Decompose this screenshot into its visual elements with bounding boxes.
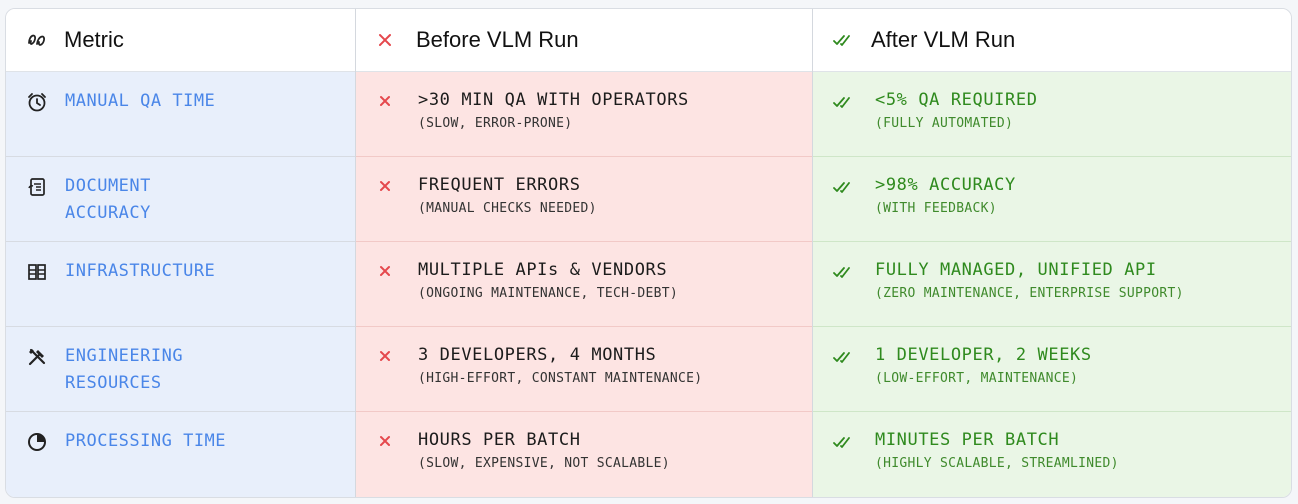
after-column: After VLM Run <5% QA REQUIRED (FULLY AUT… <box>812 9 1291 497</box>
x-icon <box>378 349 392 363</box>
before-value: HOURS PER BATCH <box>418 430 581 450</box>
before-value: FREQUENT ERRORS <box>418 175 581 195</box>
after-body: <5% QA REQUIRED (FULLY AUTOMATED) >98% A… <box>813 72 1291 497</box>
after-header-label: After VLM Run <box>871 27 1016 52</box>
alarm-clock-icon <box>26 91 48 113</box>
table-row: DOCUMENT ACCURACY <box>6 157 355 242</box>
table-row: HOURS PER BATCH (SLOW, EXPENSIVE, NOT SC… <box>356 412 812 497</box>
before-value: >30 MIN QA WITH OPERATORS <box>418 90 689 110</box>
table-row: PROCESSING TIME <box>6 412 355 497</box>
x-icon <box>378 94 392 108</box>
table-row: FREQUENT ERRORS (MANUAL CHECKS NEEDED) <box>356 157 812 242</box>
metric-label: MANUAL QA TIME <box>65 91 216 111</box>
before-value: 3 DEVELOPERS, 4 MONTHS <box>418 345 657 365</box>
metric-label: PROCESSING TIME <box>65 431 227 451</box>
after-note: (HIGHLY SCALABLE, STREAMLINED) <box>875 456 1119 471</box>
double-check-icon <box>833 95 855 109</box>
after-value: MINUTES PER BATCH <box>875 430 1060 450</box>
table-row: 3 DEVELOPERS, 4 MONTHS (HIGH-EFFORT, CON… <box>356 327 812 412</box>
before-header-label: Before VLM Run <box>416 27 579 52</box>
metric-label: INFRASTRUCTURE <box>65 261 216 281</box>
document-refresh-icon <box>26 176 48 198</box>
before-body: >30 MIN QA WITH OPERATORS (SLOW, ERROR-P… <box>356 72 812 497</box>
table-row: ENGINEERING RESOURCES <box>6 327 355 412</box>
table-row: FULLY MANAGED, UNIFIED API (ZERO MAINTEN… <box>813 242 1291 327</box>
table-row: <5% QA REQUIRED (FULLY AUTOMATED) <box>813 72 1291 157</box>
before-note: (ONGOING MAINTENANCE, TECH-DEBT) <box>418 286 679 301</box>
before-note: (HIGH-EFFORT, CONSTANT MAINTENANCE) <box>418 371 703 386</box>
x-icon <box>378 264 392 278</box>
before-note: (MANUAL CHECKS NEEDED) <box>418 201 597 216</box>
double-check-icon <box>833 33 857 47</box>
metric-header: Metric <box>6 9 355 72</box>
double-check-icon <box>833 265 855 279</box>
after-note: (LOW-EFFORT, MAINTENANCE) <box>875 371 1079 386</box>
table-row: MULTIPLE APIs & VENDORS (ONGOING MAINTEN… <box>356 242 812 327</box>
table-row: MINUTES PER BATCH (HIGHLY SCALABLE, STRE… <box>813 412 1291 497</box>
after-note: (ZERO MAINTENANCE, ENTERPRISE SUPPORT) <box>875 286 1184 301</box>
after-value: >98% ACCURACY <box>875 175 1016 195</box>
before-header: Before VLM Run <box>356 9 812 72</box>
x-icon <box>378 434 392 448</box>
x-icon <box>378 179 392 193</box>
tools-icon <box>26 346 48 368</box>
metric-label: ENGINEERING RESOURCES <box>65 346 184 393</box>
pie-chart-icon <box>26 431 48 453</box>
metric-label: DOCUMENT ACCURACY <box>65 176 151 223</box>
metric-scribble-icon <box>26 30 50 50</box>
double-check-icon <box>833 435 855 449</box>
comparison-table: Metric MANUAL QA TIME DOCUMENT ACCURACY … <box>5 8 1292 498</box>
x-icon <box>378 33 402 47</box>
before-column: Before VLM Run >30 MIN QA WITH OPERATORS… <box>355 9 812 497</box>
before-value: MULTIPLE APIs & VENDORS <box>418 260 668 280</box>
after-value: <5% QA REQUIRED <box>875 90 1038 110</box>
before-note: (SLOW, EXPENSIVE, NOT SCALABLE) <box>418 456 670 471</box>
double-check-icon <box>833 180 855 194</box>
metric-header-label: Metric <box>64 27 124 52</box>
after-header: After VLM Run <box>813 9 1291 72</box>
after-note: (WITH FEEDBACK) <box>875 201 997 216</box>
server-rack-icon <box>26 261 48 283</box>
table-row: >98% ACCURACY (WITH FEEDBACK) <box>813 157 1291 242</box>
table-row: >30 MIN QA WITH OPERATORS (SLOW, ERROR-P… <box>356 72 812 157</box>
table-row: INFRASTRUCTURE <box>6 242 355 327</box>
after-note: (FULLY AUTOMATED) <box>875 116 1014 131</box>
table-row: 1 DEVELOPER, 2 WEEKS (LOW-EFFORT, MAINTE… <box>813 327 1291 412</box>
metric-body: MANUAL QA TIME DOCUMENT ACCURACY INFRAST… <box>6 72 355 497</box>
table-row: MANUAL QA TIME <box>6 72 355 157</box>
metric-column: Metric MANUAL QA TIME DOCUMENT ACCURACY … <box>6 9 355 497</box>
after-value: FULLY MANAGED, UNIFIED API <box>875 260 1157 280</box>
double-check-icon <box>833 350 855 364</box>
before-note: (SLOW, ERROR-PRONE) <box>418 116 573 131</box>
after-value: 1 DEVELOPER, 2 WEEKS <box>875 345 1092 365</box>
